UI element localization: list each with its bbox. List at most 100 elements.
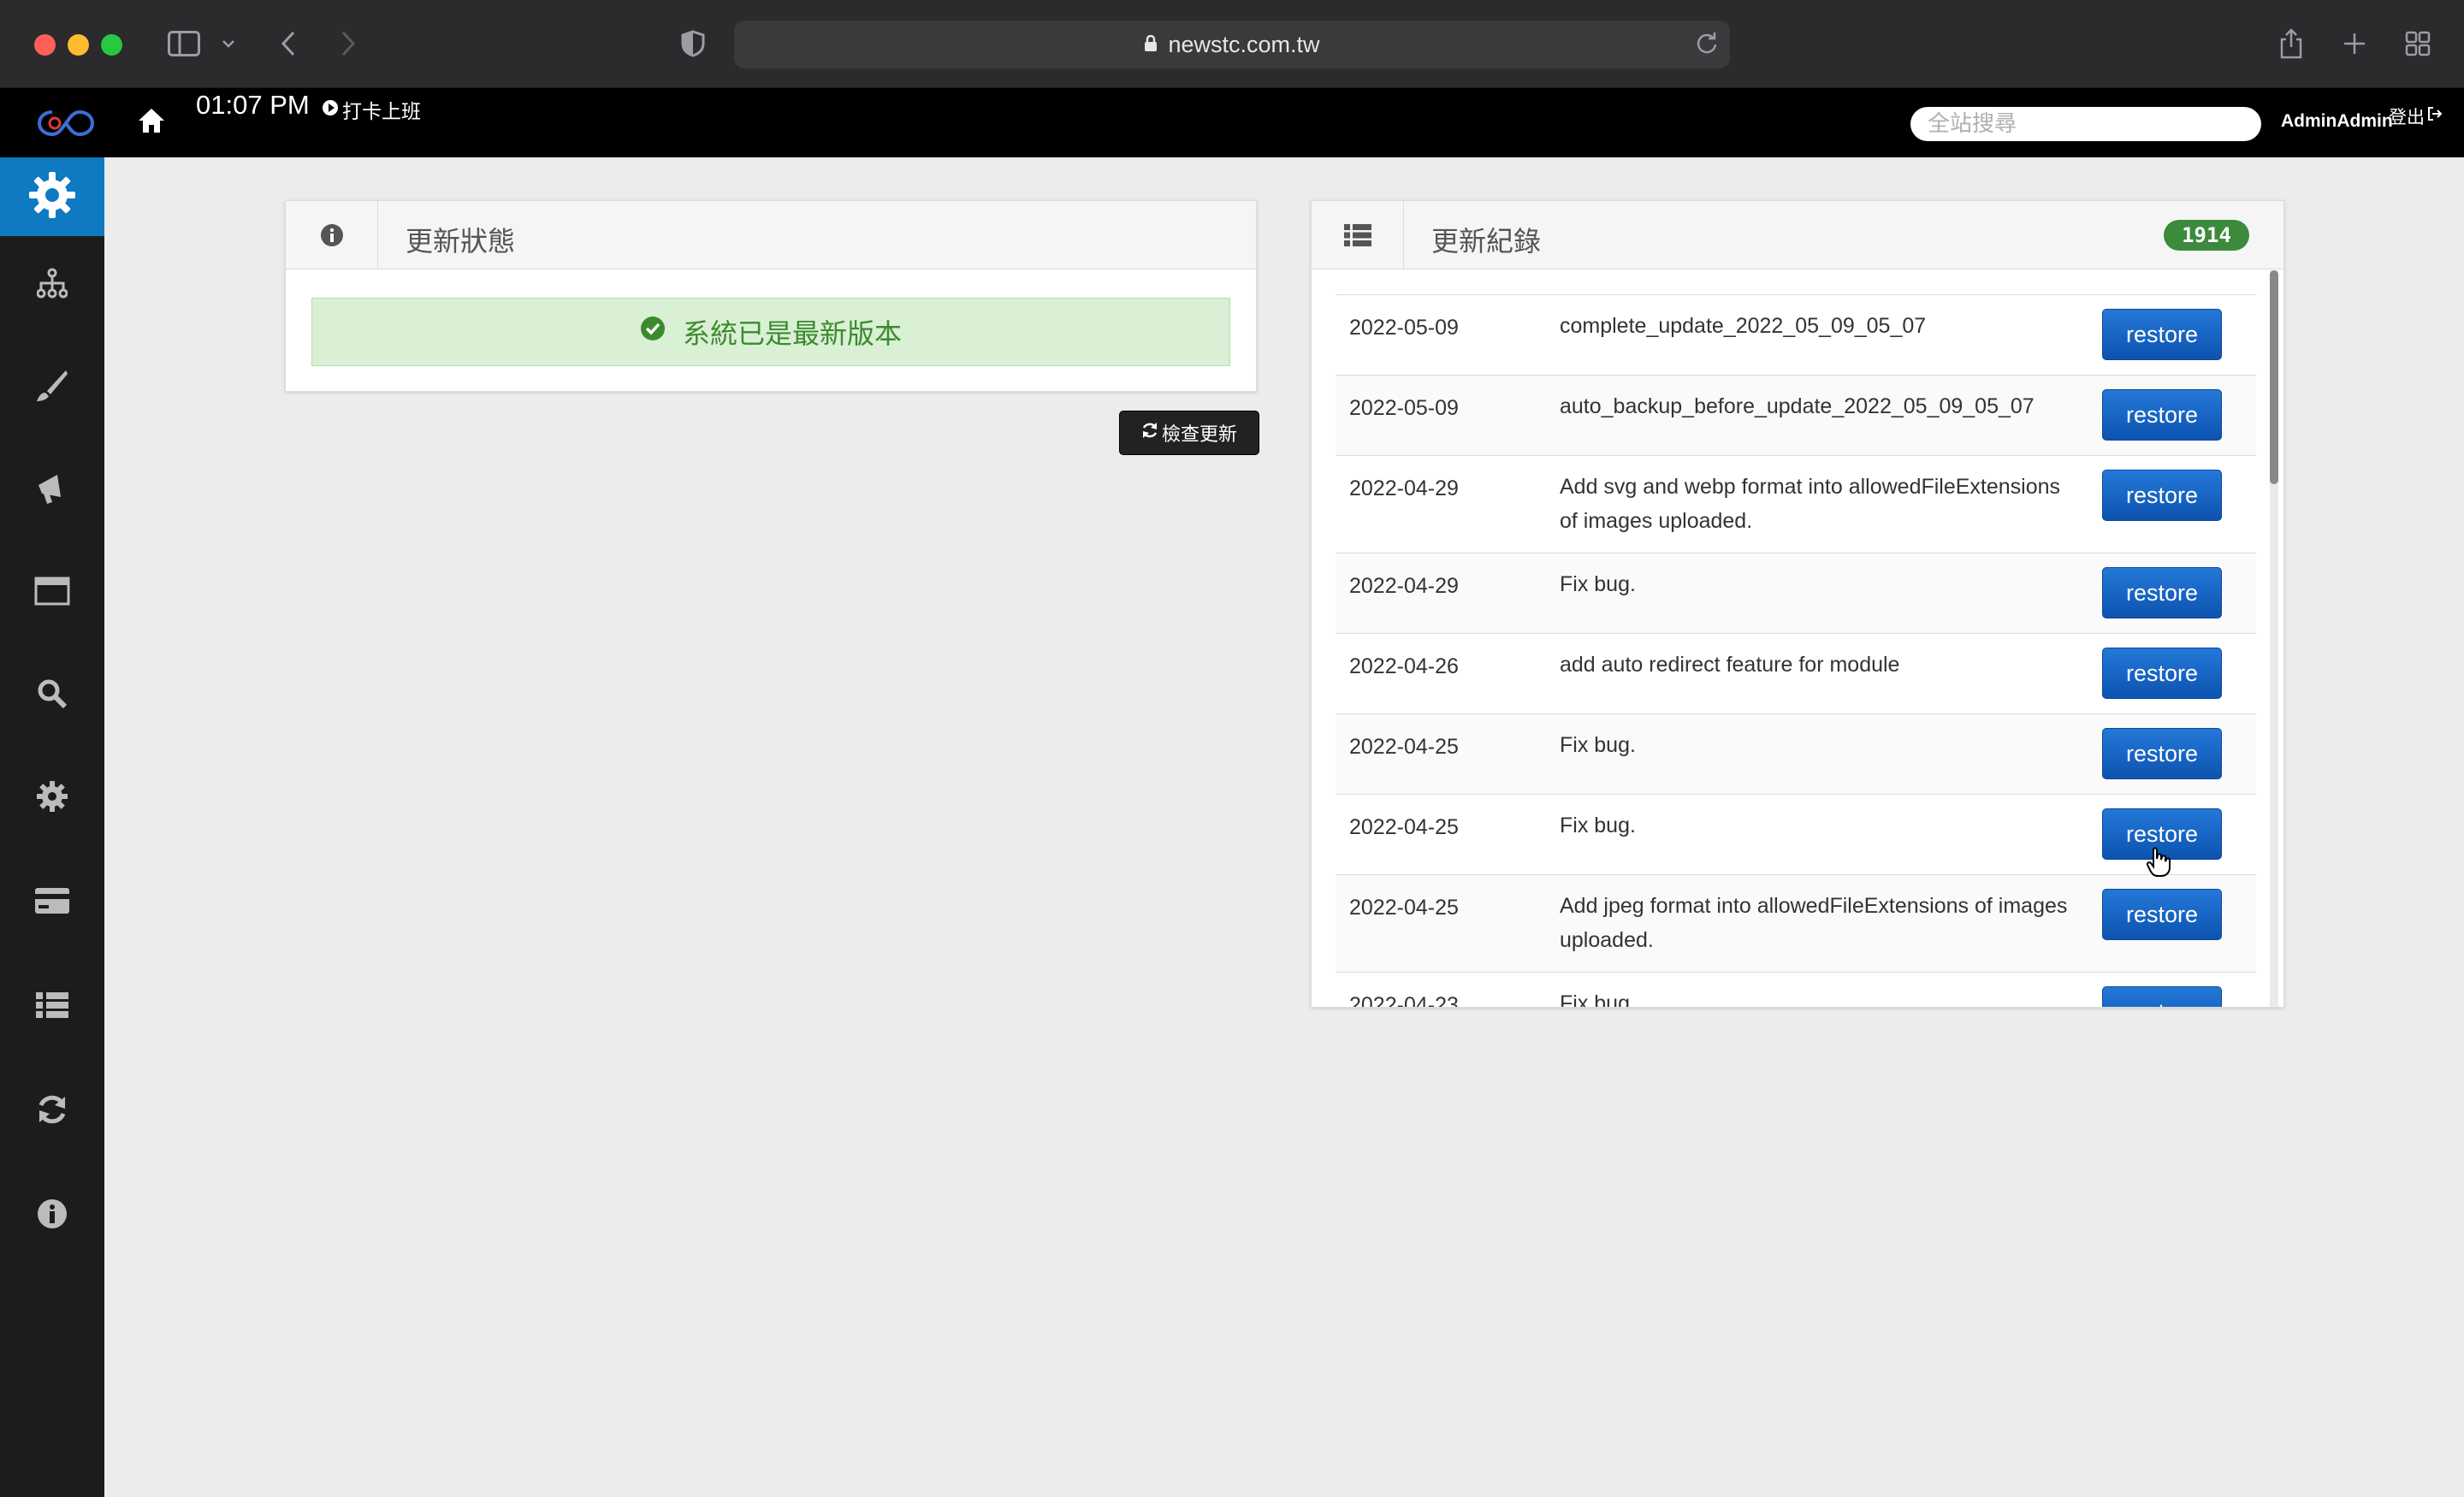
log-message: Fix bug. — [1560, 572, 1636, 596]
update-log-panel: 更新紀錄 1914 2022-05-09 complete_update_2022… — [1311, 200, 2284, 1008]
sidebar-item-payment[interactable] — [0, 864, 104, 941]
reload-icon[interactable] — [1696, 31, 1718, 61]
log-date: 2022-05-09 — [1349, 396, 1459, 420]
sidebar-item-list[interactable] — [0, 968, 104, 1045]
site-search-input[interactable] — [1910, 107, 2261, 141]
restore-button[interactable]: restore — [2102, 986, 2222, 1007]
lock-icon — [1144, 32, 1158, 58]
check-circle-icon — [640, 316, 666, 348]
log-date: 2022-04-29 — [1349, 574, 1459, 598]
log-date: 2022-04-25 — [1349, 815, 1459, 839]
sidebar-item-sitemap[interactable] — [0, 246, 104, 323]
minimize-window-button[interactable] — [68, 34, 89, 56]
log-count-badge: 1914 — [2164, 220, 2249, 251]
sidebar-item-update[interactable] — [0, 1073, 104, 1150]
sign-out-icon — [2426, 105, 2443, 127]
sidebar-item-window[interactable] — [0, 554, 104, 631]
settings-icon — [36, 780, 68, 817]
log-message: Fix bug. — [1560, 733, 1636, 757]
new-tab-icon[interactable] — [2339, 24, 2370, 63]
restore-button[interactable]: restore — [2102, 389, 2222, 441]
play-circle-icon — [322, 98, 339, 121]
clock-time: 01:07 PM — [196, 90, 310, 120]
address-bar[interactable]: newstc.com.tw — [734, 21, 1730, 68]
log-message: Add svg and webp format into allowedFile… — [1560, 475, 2061, 533]
status-message: 系統已是最新版本 — [682, 317, 902, 350]
sidebar-item-system[interactable] — [0, 157, 104, 236]
browser-chrome: newstc.com.tw — [0, 0, 2464, 88]
megaphone-icon — [35, 471, 69, 510]
log-date: 2022-04-29 — [1349, 476, 1459, 500]
gear-icon — [27, 170, 77, 224]
log-row: 2022-04-26 add auto redirect feature for … — [1336, 634, 2256, 714]
window-icon — [34, 577, 70, 610]
list-icon — [1312, 201, 1404, 269]
panel-title: 更新狀態 — [406, 225, 516, 257]
sidebar-toggle-icon[interactable] — [164, 24, 204, 63]
zoom-window-button[interactable] — [101, 34, 122, 56]
refresh-icon — [1141, 422, 1158, 444]
close-window-button[interactable] — [34, 34, 56, 56]
panel-title: 更新紀錄 — [1431, 225, 1542, 257]
logo-icon[interactable] — [37, 109, 95, 142]
log-date: 2022-05-09 — [1349, 316, 1459, 340]
restore-button[interactable]: restore — [2102, 567, 2222, 618]
info-icon — [36, 1198, 68, 1234]
sidebar — [0, 157, 104, 1497]
list-icon — [34, 991, 70, 1024]
restore-button[interactable]: restore — [2102, 728, 2222, 779]
log-date: 2022-04-25 — [1349, 896, 1459, 920]
restore-button[interactable]: restore — [2102, 309, 2222, 360]
punch-in-link[interactable]: 打卡上班 — [322, 95, 421, 124]
log-date: 2022-04-23 — [1349, 993, 1459, 1008]
log-message: auto_backup_before_update_2022_05_09_05_… — [1560, 394, 2035, 418]
brush-icon — [35, 369, 69, 407]
restore-button[interactable]: restore — [2102, 470, 2222, 521]
check-update-button[interactable]: 檢查更新 — [1119, 411, 1259, 455]
search-icon — [37, 678, 68, 713]
log-scrollbar[interactable] — [2270, 270, 2278, 1007]
log-row: 2022-05-09 complete_update_2022_05_09_05_… — [1336, 295, 2256, 376]
logout-label: 登出 — [2389, 108, 2425, 127]
share-icon[interactable] — [2276, 24, 2307, 63]
log-row: 2022-04-25 Add jpeg format into allowedFi… — [1336, 875, 2256, 973]
shield-icon[interactable] — [678, 24, 708, 63]
status-alert: 系統已是最新版本 — [311, 298, 1230, 366]
sidebar-item-search[interactable] — [0, 657, 104, 734]
restore-button[interactable]: restore — [2102, 648, 2222, 699]
forward-icon[interactable] — [335, 24, 361, 63]
log-row: 2022-04-29 Fix bug. restore — [1336, 553, 2256, 634]
log-date: 2022-04-25 — [1349, 735, 1459, 759]
hand-cursor-icon — [2146, 847, 2171, 882]
log-message: Add jpeg format into allowedFileExtensio… — [1560, 894, 2068, 952]
log-message: add auto redirect feature for module — [1560, 653, 1900, 677]
punch-in-label: 打卡上班 — [342, 100, 421, 122]
info-circle-icon — [286, 201, 378, 269]
user-name[interactable]: AdminAdmin — [2281, 111, 2393, 132]
log-date: 2022-04-26 — [1349, 654, 1459, 678]
credit-card-icon — [33, 886, 71, 920]
logout-link[interactable]: 登出 — [2389, 104, 2443, 129]
home-icon[interactable] — [137, 107, 166, 139]
chevron-down-icon[interactable] — [219, 24, 238, 63]
update-status-panel: 更新狀態 系統已是最新版本 — [285, 200, 1257, 392]
app-topbar: 01:07 PM 打卡上班 AdminAdmin 登出 — [0, 88, 2464, 157]
log-row: 2022-04-23 Fix bug. restore — [1336, 973, 2256, 1008]
log-row: 2022-05-09 auto_backup_before_update_2022… — [1336, 376, 2256, 456]
sidebar-item-settings[interactable] — [0, 760, 104, 837]
log-message: complete_update_2022_05_09_05_07 — [1560, 314, 1927, 338]
sitemap-icon — [36, 268, 68, 303]
log-message: Fix bug. — [1560, 991, 1636, 1008]
log-scroll-area[interactable]: 2022-05-09 complete_update_2022_05_09_05_… — [1312, 270, 2283, 1008]
sidebar-item-announce[interactable] — [0, 452, 104, 529]
panel-header: 更新狀態 — [286, 201, 1256, 269]
log-message: Fix bug. — [1560, 814, 1636, 837]
log-list: 2022-05-09 complete_update_2022_05_09_05_… — [1336, 294, 2256, 1008]
url-text: newstc.com.tw — [1168, 31, 1320, 57]
back-icon[interactable] — [275, 24, 301, 63]
sidebar-item-info[interactable] — [0, 1177, 104, 1254]
tab-overview-icon[interactable] — [2402, 24, 2433, 63]
sidebar-item-design[interactable] — [0, 349, 104, 426]
scrollbar-thumb[interactable] — [2270, 270, 2278, 484]
restore-button[interactable]: restore — [2102, 889, 2222, 940]
